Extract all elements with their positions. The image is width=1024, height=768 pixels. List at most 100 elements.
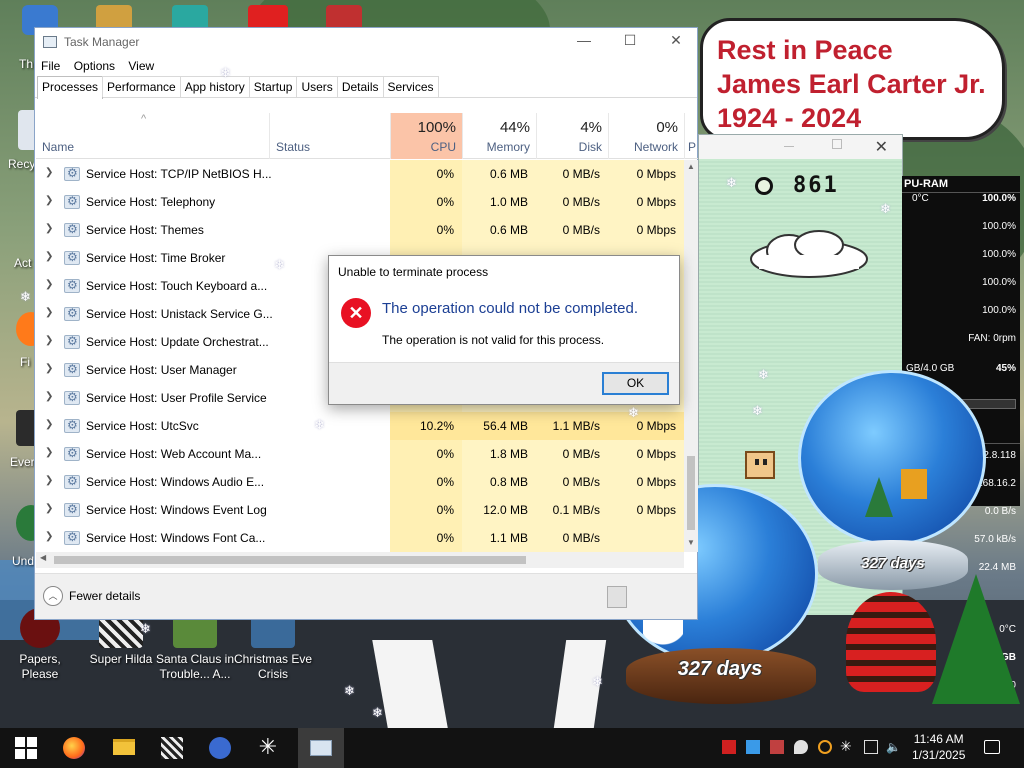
column-network[interactable]: 0% Network <box>608 113 684 159</box>
volume-icon[interactable]: 🔈 <box>886 740 901 754</box>
net-rate: 57.0 kB/s <box>974 534 1016 545</box>
close-icon[interactable]: ✕ <box>875 137 888 156</box>
tab-startup[interactable]: Startup <box>248 76 298 97</box>
cloud-icon <box>750 230 868 278</box>
tab-services[interactable]: Services <box>382 76 439 97</box>
tab-users[interactable]: Users <box>296 76 338 97</box>
desktop-label-partial[interactable]: Fi <box>20 355 30 369</box>
expand-chevron-icon[interactable]: ❯ <box>45 223 53 234</box>
service-gear-icon <box>64 474 80 489</box>
taskbar-firefox[interactable] <box>60 734 88 762</box>
expand-chevron-icon[interactable]: ❯ <box>45 195 53 206</box>
desktop-label-partial[interactable]: Ever <box>10 455 35 469</box>
clock-time: 11:46 AM <box>913 732 964 746</box>
tray-icon-2[interactable] <box>746 740 760 754</box>
tray-icon-3[interactable] <box>770 740 784 754</box>
tab-processes[interactable]: Processes <box>37 76 104 99</box>
desktop-icon-label: Super Hilda <box>89 652 153 666</box>
expand-chevron-icon[interactable]: ❯ <box>45 391 53 402</box>
scroll-up-icon[interactable]: ▲ <box>687 162 695 171</box>
maximize-button[interactable]: ☐ <box>615 32 645 52</box>
tab-app-history[interactable]: App history <box>179 76 250 97</box>
column-cpu[interactable]: 100% CPU <box>390 113 462 159</box>
process-mem-cell: 0.6 MB <box>462 216 536 244</box>
tab-performance[interactable]: Performance <box>102 76 181 97</box>
scroll-down-icon[interactable]: ▼ <box>687 538 695 547</box>
column-power[interactable]: P <box>684 113 698 159</box>
firefox-icon <box>63 737 85 759</box>
expand-chevron-icon[interactable]: ❯ <box>45 447 53 458</box>
fewer-details-link[interactable]: Fewer details <box>69 589 140 603</box>
expand-chevron-icon[interactable]: ❯ <box>45 335 53 346</box>
column-status[interactable]: Status <box>269 113 390 159</box>
column-disk[interactable]: 4% Disk <box>536 113 608 159</box>
table-row[interactable]: ❯ Service Host: Windows Font Ca... 0%1.1 M… <box>36 524 684 552</box>
minimize-button[interactable]: — <box>569 32 599 52</box>
menu-options[interactable]: Options <box>74 56 115 76</box>
error-dialog[interactable]: Unable to terminate process ✕ The operat… <box>328 255 680 405</box>
expand-chevron-icon[interactable]: ❯ <box>45 419 53 430</box>
expand-chevron-icon[interactable]: ❯ <box>45 503 53 514</box>
task-manager-titlebar[interactable]: Task Manager — ☐ ✕ <box>35 28 697 56</box>
snowflake-icon: ❄ <box>220 66 231 81</box>
expand-chevron-icon[interactable]: ❯ <box>45 167 53 178</box>
scroll-left-icon[interactable]: ◀ <box>40 553 46 562</box>
task-manager-taskbar-icon <box>310 740 332 756</box>
desktop-label-partial[interactable]: Act <box>14 256 31 270</box>
table-row[interactable]: ❯ Service Host: Windows Event Log 0%12.0 M… <box>36 496 684 524</box>
column-memory[interactable]: 44% Memory <box>462 113 536 159</box>
column-memory-label: Memory <box>486 140 530 154</box>
end-task-button[interactable] <box>607 586 627 608</box>
hscroll-thumb[interactable] <box>54 556 526 564</box>
memorial-line-1: Rest in Peace <box>717 35 893 65</box>
table-row[interactable]: ❯ Service Host: Web Account Ma... 0%1.8 MB… <box>36 440 684 468</box>
table-row[interactable]: ❯ Service Host: Telephony 0%1.0 MB0 MB/s0 … <box>36 188 684 216</box>
taskbar-task-manager[interactable] <box>298 728 344 768</box>
tray-icon-4[interactable] <box>794 740 808 754</box>
start-button[interactable] <box>12 734 40 762</box>
network-total-percent: 0% <box>656 119 678 136</box>
process-name: Service Host: TCP/IP NetBIOS H... <box>86 167 272 181</box>
taskbar-app-3[interactable]: ✳ <box>254 734 282 762</box>
expand-chevron-icon[interactable]: ❯ <box>45 475 53 486</box>
chevron-up-icon[interactable]: ︿ <box>43 586 63 606</box>
desktop-label-partial[interactable]: Und <box>12 554 34 568</box>
expand-chevron-icon[interactable]: ❯ <box>45 279 53 290</box>
menu-file[interactable]: File <box>41 56 60 76</box>
network-icon[interactable] <box>864 740 878 754</box>
taskbar-app-1[interactable] <box>158 734 186 762</box>
desktop-label-partial[interactable]: Th <box>19 57 33 71</box>
table-row[interactable]: ❯ Service Host: Themes 0%0.6 MB0 MB/s0 Mbp… <box>36 216 684 244</box>
minimize-icon[interactable] <box>784 146 794 147</box>
taskbar-clock[interactable]: 11:46 AM 1/31/2025 <box>912 731 965 763</box>
process-disk-cell: 1.1 MB/s <box>536 412 608 440</box>
expand-chevron-icon[interactable]: ❯ <box>45 363 53 374</box>
horizontal-scrollbar[interactable]: ◀ <box>36 552 684 568</box>
expand-chevron-icon[interactable]: ❯ <box>45 251 53 262</box>
scroll-thumb[interactable] <box>687 456 695 530</box>
notification-icon[interactable] <box>984 740 1000 754</box>
process-cpu-cell: 0% <box>390 188 462 216</box>
table-row[interactable]: ❯ Service Host: TCP/IP NetBIOS H... 0%0.6 … <box>36 160 684 188</box>
expand-chevron-icon[interactable]: ❯ <box>45 307 53 318</box>
table-row[interactable]: ❯ Service Host: Windows Audio E... 0%0.8 M… <box>36 468 684 496</box>
close-button[interactable]: ✕ <box>661 32 691 52</box>
search-icon[interactable] <box>818 740 832 754</box>
tab-details[interactable]: Details <box>336 76 384 97</box>
expand-chevron-icon[interactable]: ❯ <box>45 531 53 542</box>
ok-button[interactable]: OK <box>602 372 669 395</box>
column-name[interactable]: ^ Name <box>36 113 269 159</box>
process-name: Service Host: Unistack Service G... <box>86 307 273 321</box>
maximize-icon[interactable] <box>832 139 842 149</box>
game-window-titlebar[interactable]: ✕ <box>699 135 902 159</box>
tree-icon <box>865 477 893 517</box>
desktop-label-partial[interactable]: Recy <box>8 157 35 171</box>
tray-icon-6[interactable]: ✳ <box>840 740 854 754</box>
tray-icon-1[interactable] <box>722 740 736 754</box>
table-row[interactable]: ❯ Service Host: UtcSvc 10.2%56.4 MB1.1 MB/… <box>36 412 684 440</box>
menu-view[interactable]: View <box>128 56 154 76</box>
process-name: Service Host: Update Orchestrat... <box>86 335 269 349</box>
taskbar-file-explorer[interactable] <box>110 734 138 762</box>
vertical-scrollbar[interactable]: ▲ ▼ <box>684 160 698 552</box>
taskbar-app-2[interactable] <box>206 734 234 762</box>
